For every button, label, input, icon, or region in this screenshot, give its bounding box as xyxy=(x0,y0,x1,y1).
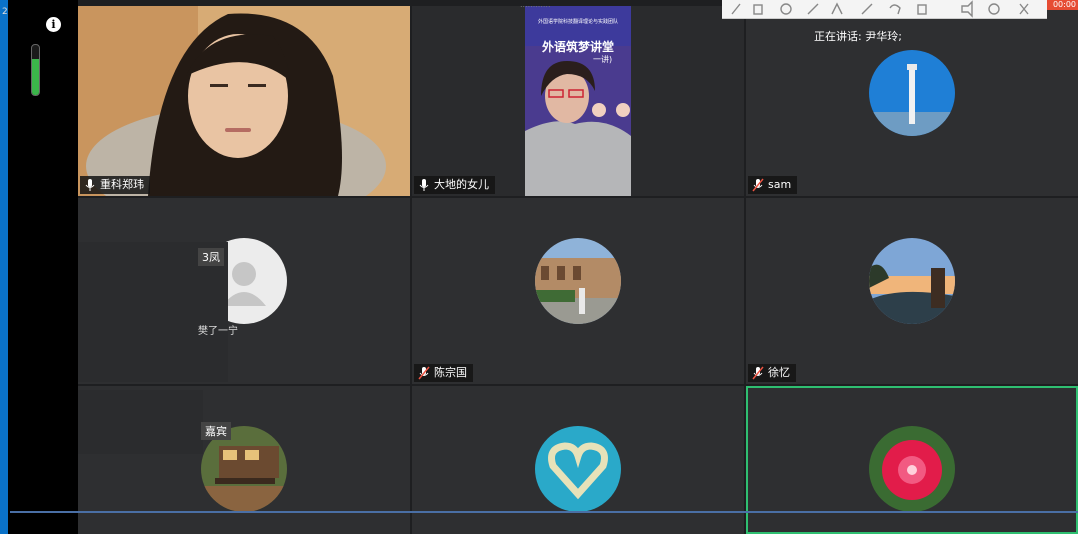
muted-microphone-icon xyxy=(418,366,430,380)
muted-microphone-icon xyxy=(752,178,764,192)
recording-timer: 00:00 xyxy=(1047,0,1078,10)
participant-name: 陈宗国 xyxy=(434,366,467,379)
muted-microphone-icon xyxy=(752,366,764,380)
participant-name-badge: 大地的女儿 xyxy=(414,176,495,194)
participant-avatar xyxy=(869,238,955,324)
participant-name: 重科郑玮 xyxy=(100,178,144,191)
partial-name-label: 嘉宾 xyxy=(201,422,231,440)
participant-name-badge: 陈宗国 xyxy=(414,364,473,382)
participant-name-badge: sam xyxy=(748,176,798,194)
active-speaker-indicator: 正在讲话: 尹华玲; xyxy=(814,30,902,43)
poster-org: 外国语学院科技翻译理论与实践团队 xyxy=(537,19,618,25)
info-icon[interactable]: i xyxy=(46,17,61,32)
mic-volume-fill xyxy=(32,59,39,95)
mic-volume-meter xyxy=(31,44,40,96)
window-edge-strip xyxy=(0,0,8,534)
participant-tile-1[interactable]: 重科郑玮 xyxy=(78,6,410,196)
top-hint-text: ............ xyxy=(520,0,551,9)
annotation-tools-icon[interactable] xyxy=(722,0,1047,18)
participant-video-poster xyxy=(525,6,631,196)
participant-avatar xyxy=(869,426,955,512)
participant-avatar xyxy=(535,426,621,512)
level-marker: 2 xyxy=(2,7,8,17)
partial-name-label: 樊了一宁 xyxy=(198,326,238,337)
participant-name-badge: 徐忆 xyxy=(748,364,796,382)
partial-name-label: 3凤 xyxy=(198,248,224,266)
participant-name-badge: 重科郑玮 xyxy=(80,176,150,194)
participant-tile-3[interactable]: 正在讲话: 尹华玲; sam xyxy=(746,6,1078,196)
screen-share-border xyxy=(10,511,1078,513)
left-side-panel: 2 i xyxy=(0,0,78,534)
video-grid: 重科郑玮 外国语学院科技翻译理论与实践团队 外语筑梦讲堂 一讲) 大地的女儿 正… xyxy=(78,0,1078,534)
participant-avatar xyxy=(535,238,621,324)
participant-tile-2[interactable]: 外国语学院科技翻译理论与实践团队 外语筑梦讲堂 一讲) 大地的女儿 xyxy=(412,6,744,196)
floating-toolbar[interactable] xyxy=(722,0,1047,19)
participant-avatar xyxy=(869,50,955,136)
microphone-icon xyxy=(85,179,95,191)
poster-title: 外语筑梦讲堂 xyxy=(541,40,614,54)
participant-tile-5[interactable]: 陈宗国 xyxy=(412,198,744,384)
participant-tile-4[interactable]: 3凤 樊了一宁 xyxy=(78,198,410,384)
microphone-icon xyxy=(419,179,429,191)
poster-subtitle: 一讲) xyxy=(593,55,613,64)
participant-name: 大地的女儿 xyxy=(434,178,489,191)
participant-name: sam xyxy=(768,178,792,191)
participant-video-woman xyxy=(78,6,410,196)
participant-name: 徐忆 xyxy=(768,366,790,379)
participant-tile-6[interactable]: 徐忆 xyxy=(746,198,1078,384)
overlay-panel xyxy=(78,390,203,454)
